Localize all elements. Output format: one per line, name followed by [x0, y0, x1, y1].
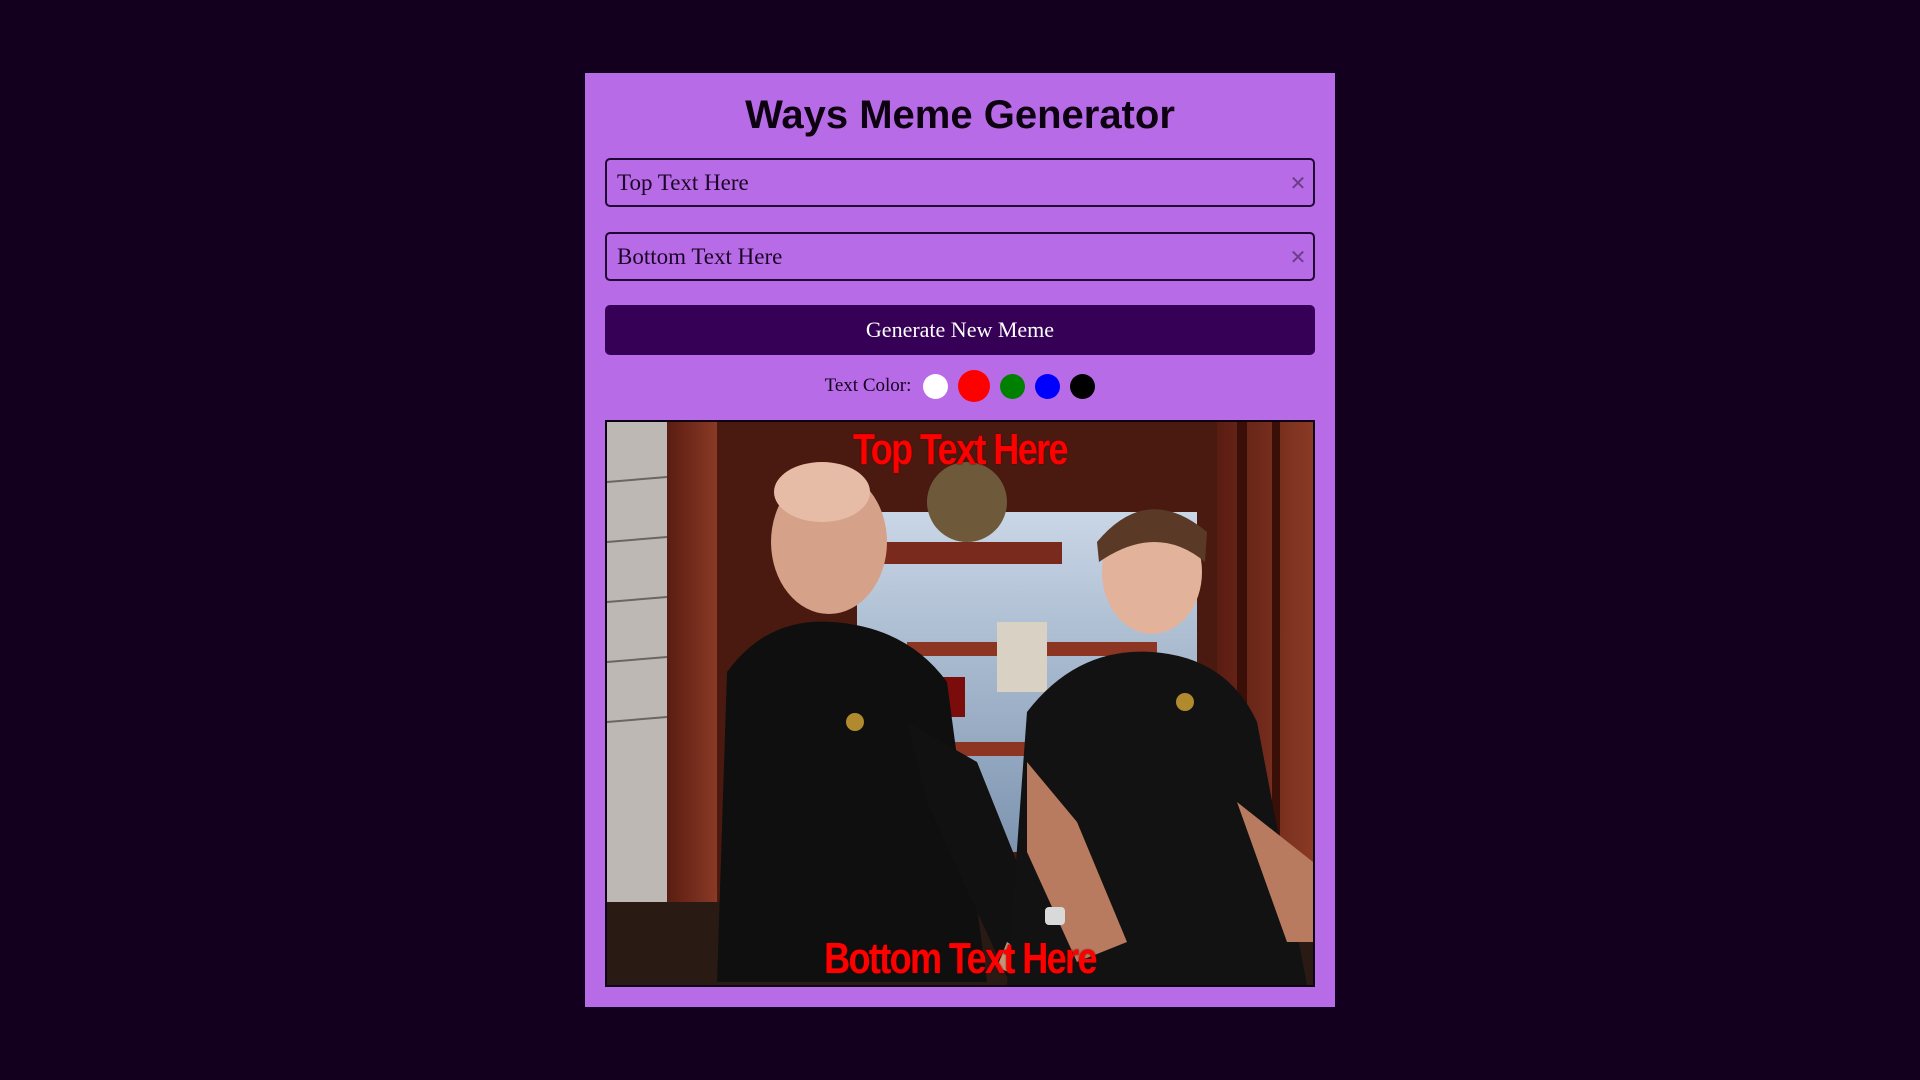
clear-bottom-text-icon[interactable]: ✕	[1283, 245, 1313, 269]
color-swatch-white[interactable]	[923, 373, 949, 399]
color-swatch-green[interactable]	[1000, 373, 1026, 399]
bottom-text-input[interactable]	[607, 234, 1283, 279]
top-text-field[interactable]: ✕	[605, 158, 1315, 207]
text-color-picker: Text Color:	[585, 369, 1335, 403]
clear-top-text-icon[interactable]: ✕	[1283, 171, 1313, 195]
meme-top-text: Top Text Here	[853, 425, 1069, 474]
generate-meme-button[interactable]: Generate New Meme	[605, 305, 1315, 355]
color-swatch-black[interactable]	[1070, 373, 1096, 399]
color-swatch-red[interactable]	[958, 370, 991, 402]
meme-image	[607, 422, 1313, 985]
text-color-label: Text Color:	[824, 375, 912, 396]
page-title: Ways Meme Generator	[745, 93, 1175, 137]
meme-preview: Top Text Here Bottom Text Here	[605, 420, 1315, 987]
top-text-input[interactable]	[607, 160, 1283, 205]
bottom-text-field[interactable]: ✕	[605, 232, 1315, 281]
meme-generator-card: Ways Meme Generator ✕ ✕ Generate New Mem…	[585, 73, 1335, 1007]
meme-bottom-text: Bottom Text Here	[824, 934, 1097, 983]
color-swatch-blue[interactable]	[1035, 373, 1061, 399]
